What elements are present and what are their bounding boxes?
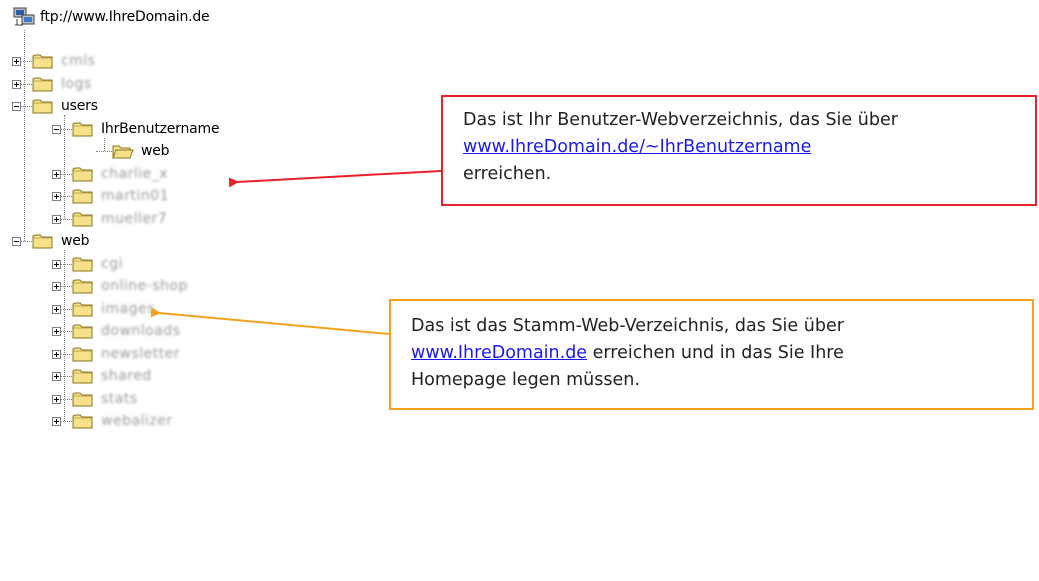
tree-item-label: downloads	[101, 323, 181, 339]
tree-item-label: mueller7	[101, 210, 168, 227]
callout-text-line: erreichen.	[463, 164, 552, 184]
tree-guide-line	[104, 137, 105, 151]
tree-guide-line	[64, 115, 65, 219]
tree-item-label: shared	[101, 368, 152, 384]
expand-icon[interactable]	[52, 349, 61, 359]
tree-item-label: newsletter	[101, 345, 181, 362]
tree-item[interactable]: images	[0, 298, 420, 320]
expand-icon[interactable]	[52, 372, 61, 381]
expand-icon[interactable]	[52, 192, 61, 201]
expand-icon[interactable]	[52, 327, 61, 336]
tree-item-label: images	[101, 300, 155, 317]
tree-item[interactable]: shared	[0, 365, 420, 387]
callout-text-line: Homepage legen müssen.	[411, 370, 640, 390]
tree-item-label: cmls	[61, 53, 96, 69]
tree-item-label: users	[61, 98, 98, 114]
expand-icon[interactable]	[52, 304, 61, 314]
tree-item[interactable]: users	[0, 95, 420, 117]
expand-icon[interactable]	[52, 259, 61, 269]
callout-text-line: Das ist das Stamm-Web-Verzeichnis, das S…	[411, 316, 844, 336]
tree-item-label: martin01	[101, 188, 170, 204]
expand-icon[interactable]	[52, 169, 61, 179]
ftp-server-icon	[13, 7, 35, 26]
tree-item[interactable]: web	[0, 230, 420, 252]
expand-icon[interactable]	[52, 282, 61, 291]
user-web-url-link[interactable]: www.IhreDomain.de/~IhrBenutzername	[463, 137, 811, 157]
tree-item[interactable]: cgi	[0, 253, 420, 275]
tree-item[interactable]: mueller7	[0, 208, 420, 230]
root-web-url-link[interactable]: www.IhreDomain.de	[411, 343, 587, 363]
root-web-directory-callout: Das ist das Stamm-Web-Verzeichnis, das S…	[389, 299, 1034, 410]
tree-item-label: stats	[101, 390, 138, 407]
tree-item[interactable]: martin01	[0, 185, 420, 207]
callout-text-line: erreichen und in das Sie Ihre	[587, 343, 844, 363]
tree-item-label: online-shop	[101, 278, 188, 294]
collapse-icon[interactable]	[12, 237, 21, 246]
expand-icon[interactable]	[52, 417, 61, 426]
tree-connector	[96, 151, 112, 152]
tree-item[interactable]: webalizer	[0, 410, 420, 432]
user-web-directory-callout: Das ist Ihr Benutzer-Webverzeichnis, das…	[441, 95, 1037, 206]
callout-text-line: Das ist Ihr Benutzer-Webverzeichnis, das…	[463, 110, 898, 130]
tree-item-label: webalizer	[101, 413, 173, 429]
tree-root-label: ftp://www.IhreDomain.de	[40, 9, 210, 25]
tree-item-label: logs	[61, 75, 92, 92]
tree-item[interactable]: web	[0, 140, 420, 162]
expand-icon[interactable]	[52, 214, 61, 224]
tree-guide-line	[64, 250, 65, 421]
tree-item[interactable]: logs	[0, 73, 420, 95]
tree-item[interactable]: newsletter	[0, 343, 420, 365]
tree-guide-line	[24, 30, 25, 241]
expand-icon[interactable]	[12, 79, 21, 89]
tree-item[interactable]: charlie_x	[0, 163, 420, 185]
tree-item[interactable]: cmls	[0, 50, 420, 72]
collapse-icon[interactable]	[52, 124, 61, 134]
tree-item[interactable]: downloads	[0, 320, 420, 342]
tree-item-label: charlie_x	[101, 165, 169, 182]
tree-item-label: cgi	[101, 255, 123, 272]
tree-item[interactable]: online-shop	[0, 275, 420, 297]
expand-icon[interactable]	[12, 57, 21, 66]
collapse-icon[interactable]	[12, 102, 21, 111]
tree-item[interactable]: IhrBenutzername	[0, 118, 420, 140]
expand-icon[interactable]	[52, 394, 61, 404]
tree-item-label: web	[141, 143, 170, 159]
tree-item[interactable]: stats	[0, 388, 420, 410]
ftp-directory-tree: ftp://www.IhreDomain.de cmls logs users Ihr…	[0, 0, 420, 581]
tree-item-label: IhrBenutzername	[101, 120, 220, 137]
tree-item-label: web	[61, 233, 90, 249]
